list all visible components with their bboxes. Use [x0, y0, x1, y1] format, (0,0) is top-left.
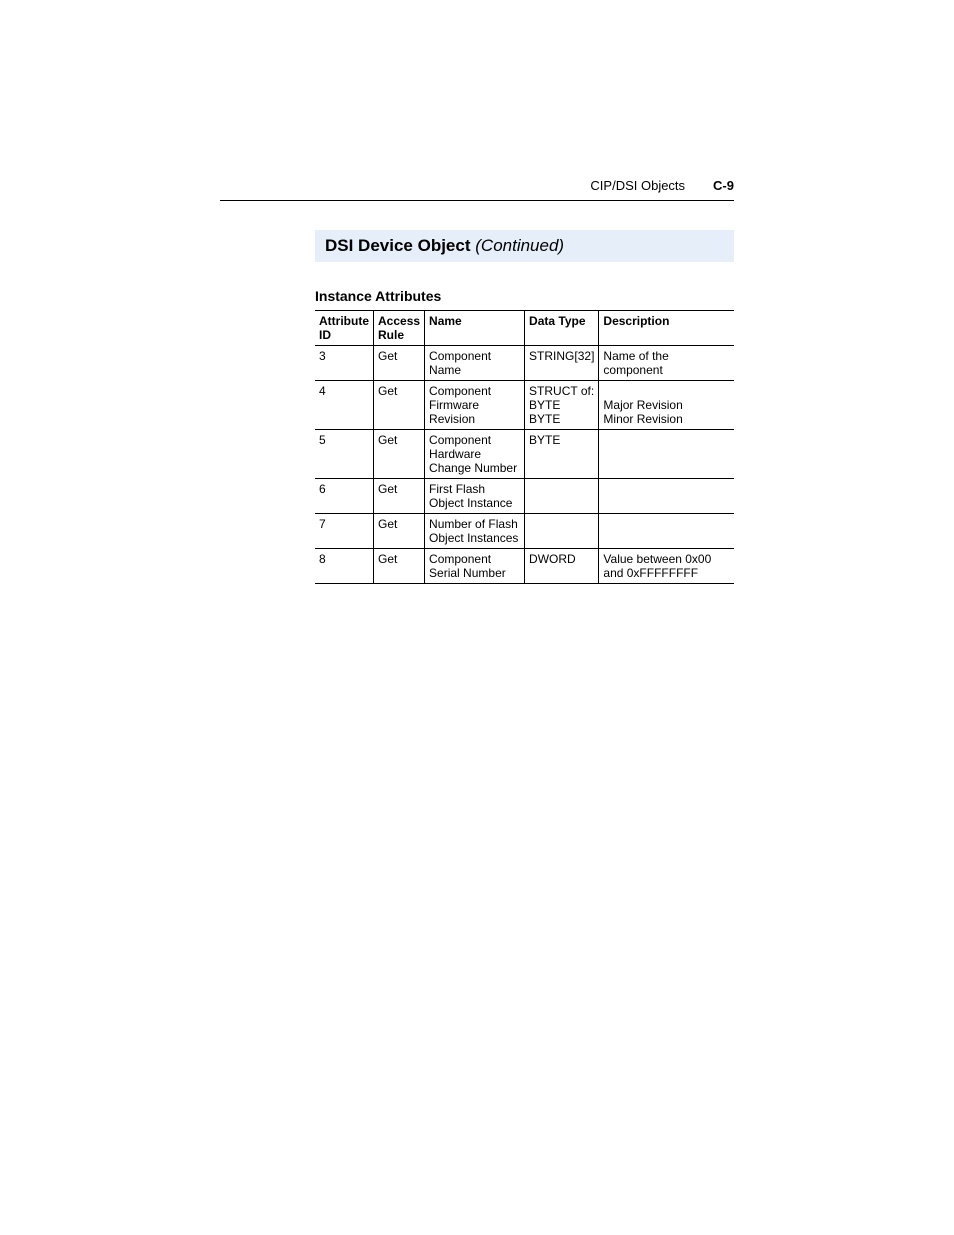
section-continued: (Continued) — [475, 236, 564, 255]
cell-dtype — [525, 479, 599, 514]
table-row: 6 Get First Flash Object Instance — [315, 479, 734, 514]
col-name: Name — [425, 311, 525, 346]
section-title-bar: DSI Device Object (Continued) — [315, 230, 734, 262]
col-dtype: Data Type — [525, 311, 599, 346]
table-row: 4 Get Component Firmware Revision STRUCT… — [315, 381, 734, 430]
cell-dtype — [525, 514, 599, 549]
cell-desc: Major Revision Minor Revision — [599, 381, 734, 430]
cell-desc: Value between 0x00 and 0xFFFFFFFF — [599, 549, 734, 584]
cell-access: Get — [374, 430, 425, 479]
col-attr-id: Attribute ID — [315, 311, 374, 346]
cell-name: Component Serial Number — [425, 549, 525, 584]
page-number: C-9 — [713, 178, 734, 193]
cell-attr-id: 6 — [315, 479, 374, 514]
cell-dtype: BYTE — [525, 430, 599, 479]
cell-access: Get — [374, 549, 425, 584]
running-title: CIP/DSI Objects — [590, 178, 685, 193]
cell-dtype: DWORD — [525, 549, 599, 584]
cell-name: First Flash Object Instance — [425, 479, 525, 514]
table-row: 3 Get Component Name STRING[32] Name of … — [315, 346, 734, 381]
cell-name: Component Name — [425, 346, 525, 381]
content: DSI Device Object (Continued) Instance A… — [315, 230, 734, 584]
table-row: 5 Get Component Hardware Change Number B… — [315, 430, 734, 479]
cell-attr-id: 8 — [315, 549, 374, 584]
cell-desc — [599, 479, 734, 514]
cell-attr-id: 4 — [315, 381, 374, 430]
instance-attributes-table: Attribute ID Access Rule Name Data Type … — [315, 310, 734, 584]
cell-attr-id: 3 — [315, 346, 374, 381]
header-rule — [220, 200, 734, 201]
cell-dtype: STRUCT of: BYTE BYTE — [525, 381, 599, 430]
cell-access: Get — [374, 346, 425, 381]
table-row: 7 Get Number of Flash Object Instances — [315, 514, 734, 549]
cell-access: Get — [374, 479, 425, 514]
col-desc: Description — [599, 311, 734, 346]
section-title: DSI Device Object — [325, 236, 471, 255]
page: CIP/DSI Objects C-9 DSI Device Object (C… — [0, 0, 954, 1235]
cell-name: Number of Flash Object Instances — [425, 514, 525, 549]
table-caption: Instance Attributes — [315, 288, 734, 304]
cell-name: Component Firmware Revision — [425, 381, 525, 430]
table-header-row: Attribute ID Access Rule Name Data Type … — [315, 311, 734, 346]
cell-name: Component Hardware Change Number — [425, 430, 525, 479]
cell-dtype: STRING[32] — [525, 346, 599, 381]
cell-desc — [599, 514, 734, 549]
cell-desc — [599, 430, 734, 479]
cell-attr-id: 5 — [315, 430, 374, 479]
cell-attr-id: 7 — [315, 514, 374, 549]
cell-access: Get — [374, 514, 425, 549]
cell-desc: Name of the component — [599, 346, 734, 381]
table-row: 8 Get Component Serial Number DWORD Valu… — [315, 549, 734, 584]
cell-access: Get — [374, 381, 425, 430]
col-access: Access Rule — [374, 311, 425, 346]
running-head: CIP/DSI Objects C-9 — [590, 178, 734, 193]
